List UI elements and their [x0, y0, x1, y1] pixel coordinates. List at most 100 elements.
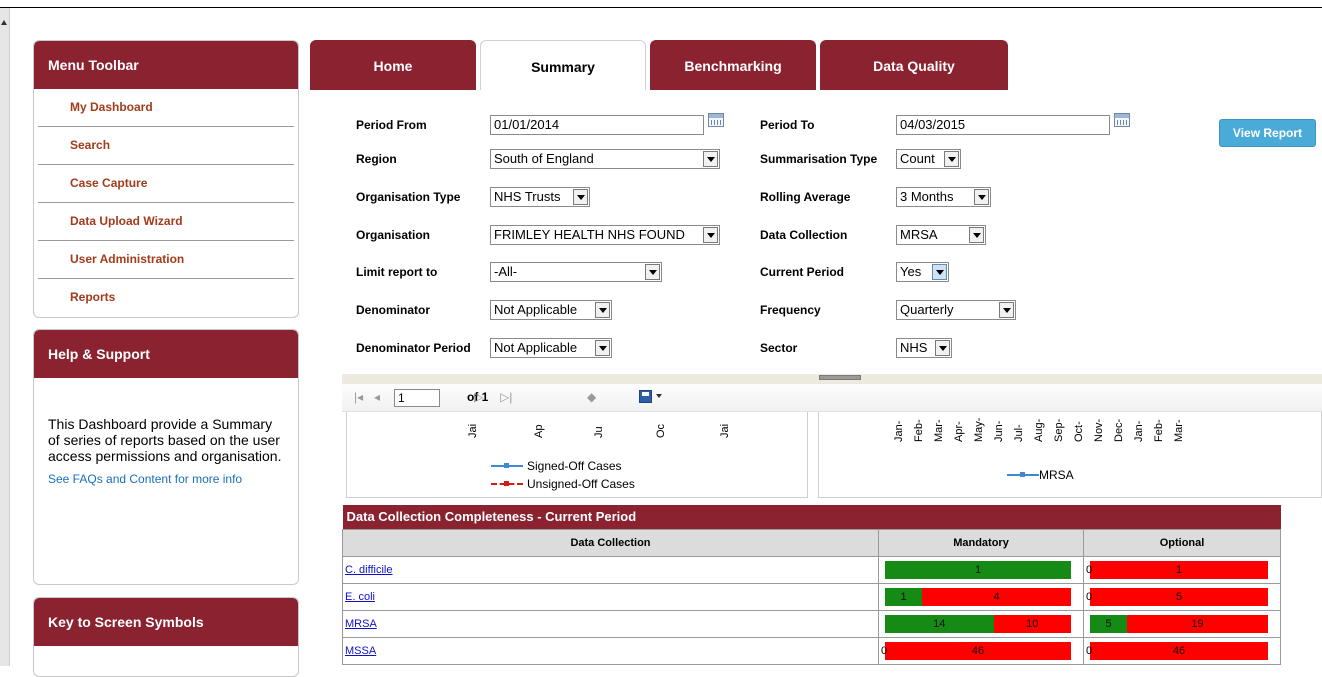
limit-report-value: -All-: [494, 264, 518, 279]
data-collection-select[interactable]: MRSA: [896, 225, 986, 245]
zero-label: 0: [1086, 590, 1093, 603]
chevron-down-icon[interactable]: [645, 264, 660, 280]
data-collection-value: MRSA: [900, 227, 938, 242]
optional-cell: 5 19: [1082, 609, 1282, 638]
complete-segment: 14: [885, 614, 994, 633]
prev-page-icon[interactable]: ◂: [374, 390, 380, 404]
limit-report-select[interactable]: -All-: [490, 262, 662, 282]
data-collection-link[interactable]: MRSA: [345, 618, 377, 630]
summarisation-type-label: Summarisation Type: [760, 152, 878, 166]
help-support-title: Help & Support: [34, 330, 298, 378]
chevron-down-icon[interactable]: [999, 302, 1014, 318]
chevron-down-icon[interactable]: [974, 189, 989, 205]
period-to-calendar-icon[interactable]: [1114, 113, 1130, 127]
optional-cell: 05: [1082, 582, 1282, 611]
x-tick-label: Mar-: [933, 419, 945, 442]
tab-summary[interactable]: Summary: [480, 40, 646, 90]
region-value: South of England: [494, 151, 594, 166]
first-page-icon[interactable]: |◂: [354, 390, 363, 404]
x-tick-label: Jai: [719, 423, 731, 438]
denominator-period-value: Not Applicable: [494, 340, 578, 355]
chevron-down-icon[interactable]: [932, 264, 947, 280]
back-icon[interactable]: ◆: [587, 390, 596, 404]
current-period-value: Yes: [900, 264, 922, 279]
cases-chart: Jai Ap Ju Oc Jai Signed-Off Cases Unsigned-Off…: [346, 412, 808, 498]
denominator-label: Denominator: [356, 303, 431, 317]
collapse-rail[interactable]: [0, 8, 10, 666]
data-collection-link[interactable]: E. coli: [345, 591, 375, 603]
data-collection-link[interactable]: C. difficile: [345, 564, 392, 576]
chevron-down-icon[interactable]: [595, 302, 610, 318]
red-line-icon: [491, 479, 523, 489]
report-toolbar: |◂ 1 of 1 ▷ ▷| ◆ ◂: [342, 384, 1322, 412]
help-text: This Dashboard provide a Summary of seri…: [48, 416, 282, 464]
denominator-period-select[interactable]: Not Applicable: [490, 338, 612, 358]
tab-benchmarking[interactable]: Benchmarking: [650, 40, 816, 90]
mandatory-cell: 0 46: [878, 636, 1084, 665]
rolling-average-select[interactable]: 3 Months: [896, 187, 991, 207]
menu-item-user-administration[interactable]: User Administration: [38, 241, 294, 279]
sector-label: Sector: [760, 341, 798, 355]
table-row: E. coli 1 4 0 5: [342, 582, 1282, 611]
view-report-button[interactable]: View Report: [1219, 119, 1316, 147]
x-tick-label: Oct-: [1073, 421, 1085, 442]
x-tick-label: Mar-: [1173, 419, 1185, 442]
menu-item-reports[interactable]: Reports: [38, 279, 294, 317]
menu-toolbar-panel: Menu Toolbar My Dashboard Search Case Ca…: [33, 40, 299, 318]
legend-label: Unsigned-Off Cases: [527, 477, 635, 491]
next-page-icon[interactable]: ▷: [474, 390, 483, 404]
page-number-input[interactable]: 1: [394, 389, 440, 407]
last-page-icon[interactable]: ▷|: [500, 390, 512, 404]
save-export-icon[interactable]: [639, 390, 652, 403]
chevron-down-icon[interactable]: [944, 151, 959, 167]
menu-item-data-upload-wizard[interactable]: Data Upload Wizard: [38, 203, 294, 241]
mandatory-cell: 1: [878, 555, 1084, 584]
organisation-type-select[interactable]: NHS Trusts: [490, 187, 590, 207]
period-to-label: Period To: [760, 118, 815, 132]
menu-item-case-capture[interactable]: Case Capture: [38, 165, 294, 203]
current-period-select[interactable]: Yes: [896, 262, 949, 282]
legend-entry: MRSA: [1007, 468, 1074, 482]
period-from-calendar-icon[interactable]: [708, 113, 724, 127]
mandatory-cell: 14 10: [878, 609, 1084, 638]
chevron-down-icon[interactable]: [703, 227, 718, 243]
x-tick-label: Jan-: [1133, 420, 1145, 442]
blue-line-icon: [491, 461, 523, 471]
tab-data-quality[interactable]: Data Quality: [820, 40, 1008, 90]
chevron-down-icon[interactable]: [935, 340, 950, 356]
organisation-select[interactable]: FRIMLEY HEALTH NHS FOUND: [490, 225, 720, 245]
chevron-down-icon[interactable]: [595, 340, 610, 356]
organisation-label: Organisation: [356, 228, 431, 242]
menu-item-my-dashboard[interactable]: My Dashboard: [38, 89, 294, 127]
period-to-input[interactable]: 04/03/2015: [896, 115, 1110, 135]
splitter-grip-icon[interactable]: [819, 375, 861, 380]
x-tick-label: Nov-: [1093, 418, 1105, 442]
chevron-down-icon[interactable]: [703, 151, 718, 167]
region-select[interactable]: South of England: [490, 149, 720, 169]
collapse-arrow-icon[interactable]: [1, 20, 7, 25]
sector-select[interactable]: NHS: [896, 338, 952, 358]
faqs-link[interactable]: See FAQs and Content for more info: [34, 464, 298, 486]
data-collection-link[interactable]: MSSA: [345, 645, 376, 657]
sector-value: NHS: [900, 340, 928, 355]
chevron-down-icon[interactable]: [969, 227, 984, 243]
chevron-down-icon[interactable]: [573, 189, 588, 205]
data-collection-cell: C. difficile: [342, 555, 879, 584]
optional-bar: 0 46: [1086, 641, 1269, 660]
x-tick-label: Jai: [467, 423, 479, 438]
period-from-input[interactable]: 01/01/2014: [490, 115, 704, 135]
legend-label: MRSA: [1039, 468, 1074, 482]
summarisation-type-select[interactable]: Count: [896, 149, 961, 169]
incomplete-segment: 5: [1090, 587, 1269, 606]
menu-item-search[interactable]: Search: [38, 127, 294, 165]
incomplete-segment: 46: [885, 641, 1071, 660]
header-mandatory: Mandatory: [878, 528, 1084, 557]
data-collection-cell: MSSA: [342, 636, 879, 665]
x-tick-label: Aug-: [1033, 418, 1045, 442]
table-row: MRSA 14 10 5 19: [342, 609, 1282, 638]
chevron-down-icon[interactable]: [656, 394, 662, 398]
frequency-select[interactable]: Quarterly: [896, 300, 1016, 320]
denominator-select[interactable]: Not Applicable: [490, 300, 612, 320]
tab-home[interactable]: Home: [310, 40, 476, 90]
report-splitter[interactable]: [342, 374, 1322, 384]
